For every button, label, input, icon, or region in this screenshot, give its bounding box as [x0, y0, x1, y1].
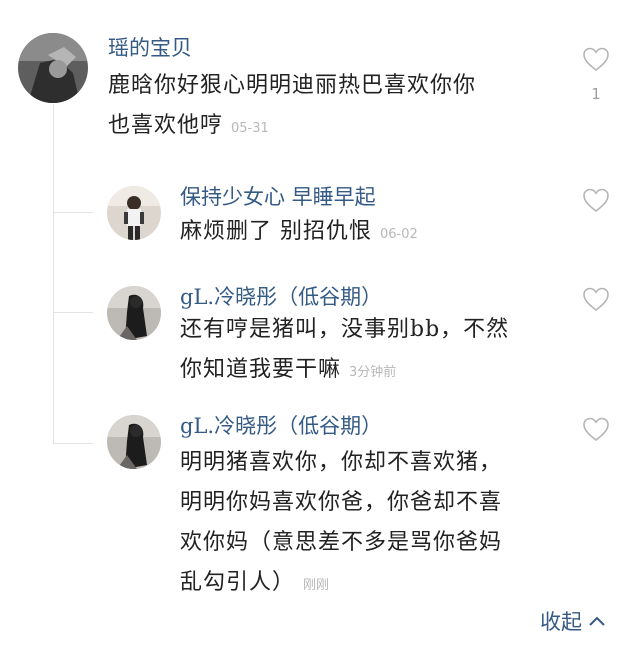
- reply-username[interactable]: gL.冷晓彤（低谷期）: [180, 412, 382, 440]
- avatar[interactable]: [107, 415, 161, 469]
- collapse-button[interactable]: 收起: [540, 606, 606, 636]
- avatar-dark-photo-icon: [107, 286, 161, 340]
- avatar-dark-photo-icon: [107, 415, 161, 469]
- reply-text-line: 还有哼是猪叫，没事别bb，不然: [180, 317, 510, 342]
- heart-icon[interactable]: [581, 185, 611, 215]
- chevron-up-icon: [589, 616, 605, 626]
- thread-branch-line: [53, 212, 93, 213]
- reply-text-line: 明明猪喜欢你，你却不喜欢猪，: [180, 450, 503, 475]
- reply-username[interactable]: gL.冷晓彤（低谷期）: [180, 283, 382, 311]
- reply-text: 麻烦删了 别招仇恨 06-02: [180, 212, 418, 255]
- reply-text-line: 你知道我要干嘛: [180, 357, 342, 382]
- reply-text-line: 明明你妈喜欢你爸，你爸却不喜: [180, 490, 503, 515]
- comment-username[interactable]: 瑶的宝贝: [108, 34, 192, 62]
- reply-text-line: 欢你妈（意思差不多是骂你爸妈: [180, 530, 503, 555]
- avatar[interactable]: [107, 186, 161, 240]
- thread-branch-line: [53, 443, 93, 444]
- collapse-label: 收起: [540, 610, 582, 634]
- reply-time: 刚刚: [303, 578, 330, 593]
- heart-icon[interactable]: [581, 284, 611, 314]
- avatar[interactable]: [107, 286, 161, 340]
- reply-time: 3分钟前: [349, 365, 397, 380]
- reply-text-line: 乱勾引人）: [180, 570, 296, 595]
- thread-vertical-line: [53, 104, 54, 444]
- comment-text-line: 也喜欢他哼: [108, 113, 224, 138]
- reply-time: 06-02: [380, 227, 418, 242]
- reply-text: 明明猪喜欢你，你却不喜欢猪， 明明你妈喜欢你爸，你爸却不喜 欢你妈（意思差不多是…: [180, 443, 502, 606]
- like-count: 1: [591, 85, 601, 103]
- avatar-grayscale-icon: [18, 33, 88, 103]
- comment-text-line: 鹿晗你好狠心明明迪丽热巴喜欢你你: [108, 73, 477, 98]
- heart-icon[interactable]: [581, 44, 611, 74]
- comment-time: 05-31: [231, 121, 269, 136]
- thread-branch-line: [53, 312, 93, 313]
- reply-text: 还有哼是猪叫，没事别bb，不然 你知道我要干嘛 3分钟前: [180, 310, 509, 393]
- reply-username[interactable]: 保持少女心 早睡早起: [180, 183, 376, 211]
- heart-icon[interactable]: [581, 414, 611, 444]
- avatar-girl-photo-icon: [107, 186, 161, 240]
- comment-text: 鹿晗你好狠心明明迪丽热巴喜欢你你 也喜欢他哼 05-31: [108, 66, 476, 149]
- avatar[interactable]: [18, 33, 88, 103]
- reply-text-line: 麻烦删了 别招仇恨: [180, 219, 372, 244]
